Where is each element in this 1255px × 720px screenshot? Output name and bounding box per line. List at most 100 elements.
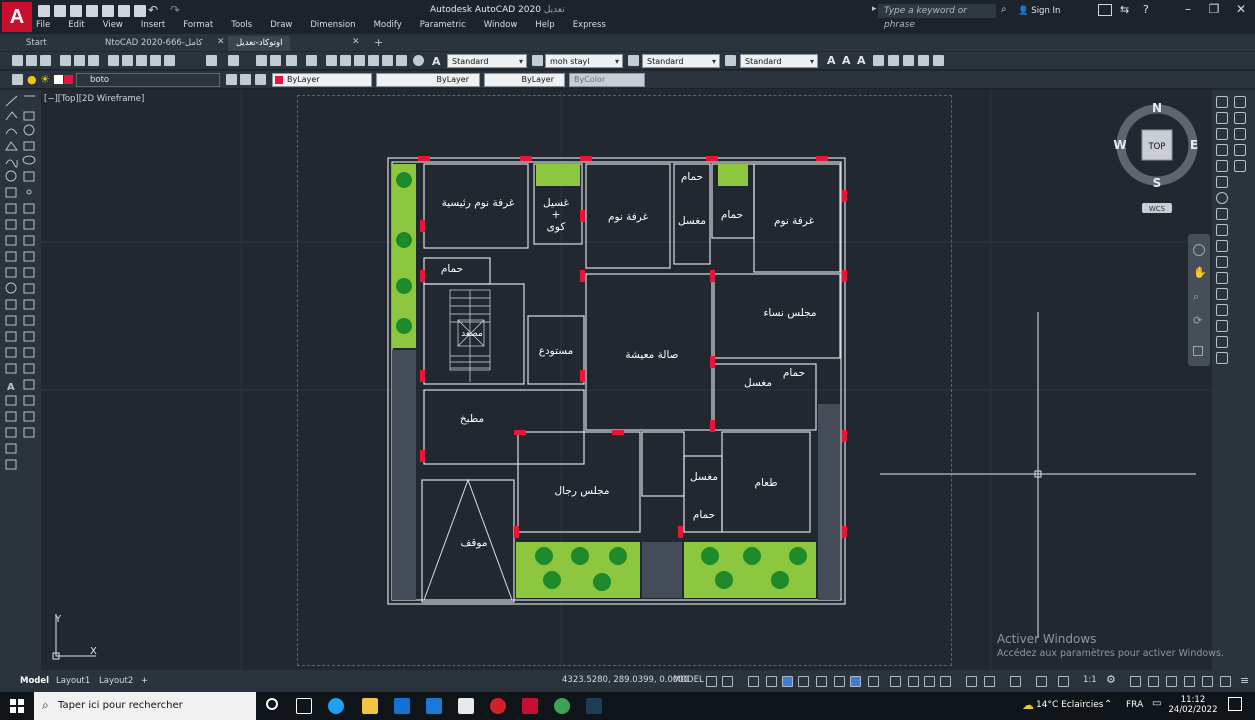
- chamfer-icon[interactable]: [1216, 304, 1228, 316]
- compass-west[interactable]: W: [1113, 138, 1126, 152]
- weather-text[interactable]: 14°C Eclaircies: [1036, 700, 1103, 710]
- menu-draw[interactable]: Draw: [270, 20, 292, 34]
- area-icon[interactable]: [5, 427, 17, 438]
- properties-icon[interactable]: [1216, 96, 1228, 108]
- layer-properties-icon[interactable]: [12, 74, 23, 85]
- open-icon[interactable]: [26, 55, 37, 66]
- mtext-tool-icon[interactable]: A: [7, 382, 15, 393]
- measure-icon[interactable]: [5, 411, 17, 422]
- edge-icon[interactable]: [328, 698, 344, 714]
- tab-drawing-2[interactable]: اوتوكاد-تعديل: [228, 36, 291, 51]
- open-icon[interactable]: [54, 5, 66, 17]
- redo-icon[interactable]: [228, 55, 239, 66]
- markup-icon[interactable]: [382, 55, 393, 66]
- compass-north[interactable]: N: [1152, 101, 1162, 115]
- edit-text-icon[interactable]: A: [857, 54, 866, 67]
- copy-tool-icon[interactable]: [23, 235, 35, 246]
- mirror-tool-icon[interactable]: [5, 251, 17, 262]
- panel-icon[interactable]: [1234, 112, 1246, 124]
- units-icon[interactable]: [1148, 676, 1159, 687]
- panel-icon[interactable]: [1234, 128, 1246, 140]
- language-indicator[interactable]: FRA: [1126, 700, 1143, 710]
- explode-tool-icon[interactable]: [23, 347, 35, 358]
- arc-tool-icon[interactable]: [5, 128, 18, 135]
- paste-icon[interactable]: [136, 55, 147, 66]
- isolate-objects-icon[interactable]: [1184, 676, 1195, 687]
- zoom-extents-icon[interactable]: ⌕: [1193, 290, 1199, 304]
- zoom-realtime-icon[interactable]: [270, 55, 281, 66]
- auto-scale-icon[interactable]: [1036, 676, 1047, 687]
- 3d-osnap-icon[interactable]: [924, 676, 935, 687]
- add-layout-button[interactable]: +: [135, 674, 154, 688]
- search-input[interactable]: Type a keyword or phrase: [878, 4, 996, 30]
- minimize-button[interactable]: –: [1175, 2, 1201, 20]
- mtext-icon[interactable]: A: [827, 54, 836, 67]
- menu-format[interactable]: Format: [183, 20, 213, 34]
- new-icon[interactable]: [12, 55, 23, 66]
- app-icon[interactable]: [458, 698, 474, 714]
- make-current-icon[interactable]: [226, 74, 237, 85]
- menu-express[interactable]: Express: [573, 20, 606, 34]
- multiline-tool-icon[interactable]: [23, 111, 35, 121]
- revcloud-tool-icon[interactable]: [5, 170, 17, 182]
- menu-help[interactable]: Help: [535, 20, 554, 34]
- color-select[interactable]: ByLayer: [272, 73, 372, 87]
- menu-tools[interactable]: Tools: [231, 20, 252, 34]
- search-chevron-icon[interactable]: ▸: [872, 4, 877, 14]
- mleader-style-select[interactable]: Standard: [740, 54, 818, 69]
- break-icon[interactable]: [1216, 272, 1228, 284]
- bulb-icon[interactable]: ●: [27, 73, 37, 86]
- region-tool-icon[interactable]: [5, 219, 17, 230]
- layer-states-icon[interactable]: [255, 74, 266, 85]
- chrome-icon[interactable]: [554, 698, 570, 714]
- tab-model[interactable]: Model: [14, 674, 55, 688]
- redo-icon[interactable]: ↷: [170, 3, 180, 17]
- opera-icon[interactable]: [490, 698, 506, 714]
- annotation-monitor-icon[interactable]: [1130, 676, 1141, 687]
- stretch-icon[interactable]: [1216, 224, 1228, 236]
- sun-icon[interactable]: ☀: [40, 73, 50, 86]
- distance-icon[interactable]: [23, 427, 35, 438]
- viewcube-top-face[interactable]: TOP: [1147, 142, 1165, 152]
- gradient-tool-icon[interactable]: [23, 203, 35, 214]
- taskbar-search-input[interactable]: Taper ici pour rechercher: [34, 692, 256, 720]
- table-tool-icon[interactable]: [23, 219, 35, 230]
- fillet-icon[interactable]: [1216, 320, 1228, 332]
- properties-icon[interactable]: [326, 55, 337, 66]
- tab-drawing-1[interactable]: NtoCAD 2020-666-كامل: [97, 36, 211, 51]
- block-editor-icon[interactable]: [164, 55, 175, 66]
- trim-tool-icon[interactable]: [23, 299, 35, 310]
- scale-readout[interactable]: 1:1: [1083, 675, 1097, 685]
- fillet-tool-icon[interactable]: [5, 347, 17, 358]
- extend-icon[interactable]: [1216, 256, 1228, 268]
- copy-icon[interactable]: [122, 55, 133, 66]
- rectangle-tool-icon[interactable]: [23, 141, 35, 151]
- chamfer-tool-icon[interactable]: [23, 331, 35, 342]
- start-windows-icon[interactable]: [10, 699, 24, 713]
- transparency-icon[interactable]: [890, 676, 901, 687]
- customize-icon[interactable]: ≡: [1240, 674, 1249, 687]
- selection-cycling-icon[interactable]: [908, 676, 919, 687]
- zoom-previous-icon[interactable]: [306, 55, 317, 66]
- help-icon[interactable]: ?: [1143, 3, 1149, 16]
- menu-parametric[interactable]: Parametric: [420, 20, 466, 34]
- table-style-select[interactable]: Standard: [642, 54, 720, 69]
- array-icon[interactable]: [1216, 176, 1228, 188]
- cortana-icon[interactable]: [266, 698, 278, 710]
- leader-tool-icon[interactable]: [23, 379, 35, 390]
- pan-icon[interactable]: ✋: [1193, 266, 1207, 279]
- gizmo-icon[interactable]: [984, 676, 995, 687]
- justify-icon[interactable]: [918, 55, 929, 66]
- lineweight-select[interactable]: ByLayer: [484, 73, 565, 87]
- spline-tool-icon[interactable]: [5, 159, 18, 168]
- network-icon[interactable]: ▭: [1152, 698, 1161, 709]
- convert-space-icon[interactable]: [933, 55, 944, 66]
- insert-block-icon[interactable]: [23, 171, 35, 182]
- offset-tool-icon[interactable]: [23, 251, 35, 262]
- open-web-icon[interactable]: [102, 5, 114, 17]
- isodraft-icon[interactable]: [816, 676, 827, 687]
- offset-icon[interactable]: [1216, 160, 1228, 172]
- rotate-tool-icon[interactable]: [5, 282, 17, 294]
- spell-icon[interactable]: [888, 55, 899, 66]
- lineweight-icon[interactable]: [868, 676, 879, 687]
